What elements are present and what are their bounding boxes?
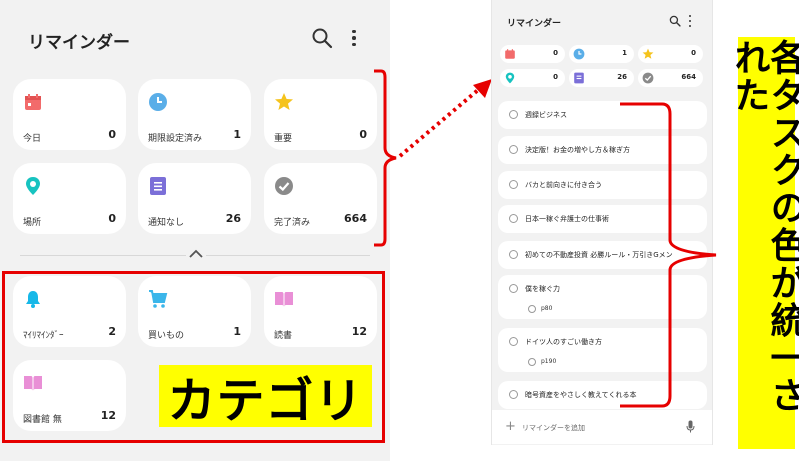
task-checkbox[interactable] [509,214,518,223]
chip-count: 26 [617,73,627,81]
task-checkbox[interactable] [509,337,518,346]
card-label: 重要 [274,134,293,144]
task-title: ドイツ人のすごい働き方 [525,338,602,346]
task-checkbox[interactable] [509,145,518,154]
vertical-caption-text: 各タスクの色が統一された [728,39,799,414]
vertical-caption-banner: 各タスクの色が統一された [729,37,799,449]
left-screen: リマインダー 今日 0 期限設定済み 1 重要 0 場所 0 通知なし 26 完… [0,0,390,461]
star-icon [642,48,654,59]
check-circle-icon [275,177,293,195]
calendar-icon [25,94,41,110]
search-icon[interactable] [669,15,681,27]
check-circle-icon [642,72,654,84]
card-count: 0 [108,212,116,225]
card-label: 場所 [23,218,42,228]
card-count: 0 [359,128,367,141]
card-label: 通知なし [148,218,185,228]
star-icon [275,93,293,110]
card-scheduled[interactable]: 期限設定済み 1 [138,79,251,150]
card-count: 1 [233,128,241,141]
right-brace-annotation [620,102,717,408]
card-count: 664 [344,212,367,225]
task-title: 僕を稼ぐ力 [525,285,560,293]
task-title: 週録ビジネス [525,111,567,119]
chip-count: 0 [691,49,696,57]
microphone-icon[interactable] [686,420,695,433]
note-icon [574,72,584,84]
card-location[interactable]: 場所 0 [13,163,126,234]
card-completed[interactable]: 完了済み 664 [264,163,377,234]
location-pin-icon [505,72,515,84]
card-no-alert[interactable]: 通知なし 26 [138,163,251,234]
clock-icon [149,93,167,111]
card-important[interactable]: 重要 0 [264,79,377,150]
app-title: リマインダー [28,33,130,53]
calendar-icon [505,49,515,59]
chip-count: 1 [622,49,627,57]
note-icon [150,177,166,195]
add-reminder-input[interactable]: リマインダーを追加 [522,423,585,433]
clock-icon [573,48,585,60]
chip-count: 0 [553,73,558,81]
task-checkbox[interactable] [509,284,518,293]
more-menu-icon[interactable] [685,14,695,28]
subtask-checkbox[interactable] [528,305,536,313]
more-menu-icon[interactable] [344,26,364,50]
chip-scheduled[interactable]: 1 [569,45,634,63]
card-count: 26 [225,212,241,225]
category-banner: カテゴリ [159,365,372,429]
chevron-up-icon[interactable] [186,247,206,261]
left-brace-annotation [374,69,397,247]
task-checkbox[interactable] [509,390,518,399]
subtask-checkbox[interactable] [528,358,536,366]
card-label: 今日 [23,134,42,144]
dotted-arrow-annotation [398,79,492,158]
task-checkbox[interactable] [509,180,518,189]
chip-important[interactable]: 0 [638,45,703,63]
add-reminder-bar[interactable]: + リマインダーを追加 [492,410,712,444]
search-icon[interactable] [311,27,333,49]
chip-completed[interactable]: 664 [638,69,703,87]
task-title: 日本一稼ぐ弁護士の仕事術 [525,215,609,223]
subtask-title: p80 [541,305,553,312]
chip-count: 664 [681,73,696,81]
app-title: リマインダー [507,19,562,29]
chip-count: 0 [553,49,558,57]
location-pin-icon [26,177,40,195]
task-title: バカと前向きに付き合う [525,181,602,189]
chip-today[interactable]: 0 [500,45,565,63]
subtask-title: p190 [541,358,557,365]
task-title: 決定版！お金の増やし方＆稼ぎ方 [525,146,630,154]
task-checkbox[interactable] [509,250,518,259]
chip-location[interactable]: 0 [500,69,565,87]
card-today[interactable]: 今日 0 [13,79,126,150]
plus-icon[interactable]: + [505,419,516,434]
card-count: 0 [108,128,116,141]
card-label: 期限設定済み [148,134,203,144]
card-label: 完了済み [274,218,311,228]
task-checkbox[interactable] [509,110,518,119]
chip-no-alert[interactable]: 26 [569,69,634,87]
